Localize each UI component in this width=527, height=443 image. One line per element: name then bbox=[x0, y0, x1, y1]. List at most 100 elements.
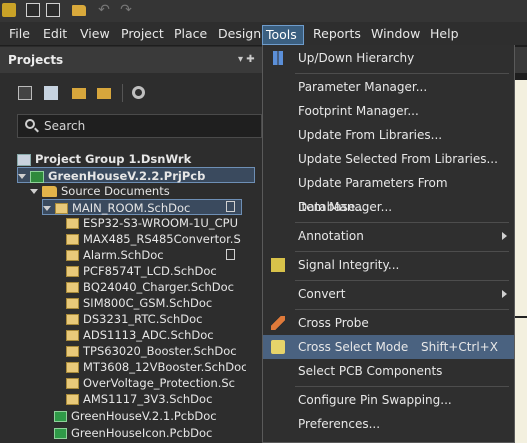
expand-arrow-icon[interactable] bbox=[30, 189, 38, 194]
menu-separator bbox=[295, 309, 509, 310]
tree-item-overvoltage[interactable]: OverVoltage_Protection.Sc bbox=[66, 375, 246, 391]
menu-item-update-selected[interactable]: Update Selected From Libraries... bbox=[263, 147, 514, 171]
menu-item-cross-select-mode[interactable]: Cross Select Mode Shift+Ctrl+X bbox=[263, 335, 514, 359]
search-input[interactable]: Search bbox=[17, 114, 262, 138]
projects-panel: Projects ▾ ✚ Search Project Group 1.DsnW… bbox=[0, 47, 262, 443]
undo-icon[interactable]: ↶ bbox=[96, 3, 112, 17]
menu-place[interactable]: Place bbox=[171, 25, 210, 45]
tree-item-tps63020[interactable]: TPS63020_Booster.SchDoc bbox=[66, 343, 237, 359]
project-group-icon bbox=[17, 153, 31, 166]
gear-icon[interactable] bbox=[132, 86, 145, 99]
pcb-doc-icon bbox=[54, 428, 67, 439]
save-project-icon[interactable] bbox=[18, 86, 32, 100]
schematic-icon bbox=[66, 282, 79, 293]
schematic-icon bbox=[66, 234, 79, 245]
menu-item-parameter-manager[interactable]: Parameter Manager... bbox=[263, 75, 514, 99]
tree-item-pcb-icon[interactable]: GreenHouseIcon.PcbDoc bbox=[54, 425, 212, 441]
menu-separator bbox=[295, 386, 509, 387]
menu-item-up-down-hierarchy[interactable]: Up/Down Hierarchy bbox=[263, 46, 514, 70]
open-folder-icon[interactable] bbox=[72, 5, 86, 16]
tree-item-ads1113[interactable]: ADS1113_ADC.SchDoc bbox=[66, 327, 214, 343]
tools-menu-dropdown: Up/Down Hierarchy Parameter Manager... F… bbox=[262, 45, 515, 443]
quick-access-toolbar: ↶ ↷ bbox=[0, 0, 527, 22]
expand-arrow-icon[interactable] bbox=[43, 206, 51, 211]
panel-menu-icon[interactable]: ▾ ✚ bbox=[238, 54, 255, 65]
menu-separator bbox=[295, 280, 509, 281]
tree-item-source-documents[interactable]: Source Documents bbox=[30, 183, 170, 199]
tree-item-sim800c[interactable]: SIM800C_GSM.SchDoc bbox=[66, 295, 212, 311]
tree-item-ams1117[interactable]: AMS1117_3V3.SchDoc bbox=[66, 391, 212, 407]
schematic-icon bbox=[66, 266, 79, 277]
panel-header: Projects ▾ ✚ bbox=[0, 47, 262, 73]
menu-item-select-pcb-components[interactable]: Select PCB Components bbox=[263, 359, 514, 383]
toolbar-divider bbox=[122, 84, 123, 102]
tree-item-alarm[interactable]: Alarm.SchDoc bbox=[66, 247, 164, 263]
menu-item-convert[interactable]: Convert bbox=[263, 282, 514, 306]
cross-probe-icon bbox=[271, 316, 285, 330]
menu-item-signal-integrity[interactable]: Signal Integrity... bbox=[263, 253, 514, 277]
menu-edit[interactable]: Edit bbox=[40, 25, 70, 45]
tree-item-ds3231[interactable]: DS3231_RTC.SchDoc bbox=[66, 311, 203, 327]
schematic-icon bbox=[55, 203, 68, 214]
tree-item-esp32[interactable]: ESP32-S3-WROOM-1U_CPU bbox=[66, 215, 246, 231]
menu-help[interactable]: Help bbox=[427, 25, 462, 45]
modified-document-icon bbox=[226, 249, 235, 260]
menu-separator bbox=[295, 251, 509, 252]
menu-item-cross-probe[interactable]: Cross Probe bbox=[263, 311, 514, 335]
cross-select-icon bbox=[271, 340, 285, 354]
modified-document-icon bbox=[226, 201, 235, 212]
menu-item-annotation[interactable]: Annotation bbox=[263, 224, 514, 248]
save-all-icon[interactable] bbox=[46, 3, 60, 17]
editor-tab[interactable] bbox=[515, 47, 527, 73]
schematic-icon bbox=[66, 314, 79, 325]
folder-icon bbox=[42, 186, 57, 197]
tree-item-main-room[interactable]: MAIN_ROOM.SchDoc bbox=[42, 199, 242, 215]
submenu-arrow-icon bbox=[502, 290, 507, 298]
menu-tools[interactable]: Tools bbox=[262, 25, 304, 45]
schematic-icon bbox=[66, 218, 79, 229]
tree-item-bq24040[interactable]: BQ24040_Charger.SchDoc bbox=[66, 279, 234, 295]
schematic-icon bbox=[66, 362, 79, 373]
menu-project[interactable]: Project bbox=[118, 25, 167, 45]
menu-item-update-from-libraries[interactable]: Update From Libraries... bbox=[263, 123, 514, 147]
tree-item-pcb-v21[interactable]: GreenHouseV.2.1.PcbDoc bbox=[54, 408, 217, 424]
menu-view[interactable]: View bbox=[77, 25, 113, 45]
hierarchy-icon bbox=[273, 51, 283, 65]
menu-item-item-manager[interactable]: Item Manager... bbox=[263, 195, 514, 219]
panel-toolbar bbox=[0, 73, 262, 113]
tree-item-mt3608[interactable]: MT3608_12VBooster.SchDoc bbox=[66, 359, 246, 375]
menu-reports[interactable]: Reports bbox=[310, 25, 364, 45]
tree-item-max485[interactable]: MAX485_RS485Convertor.S bbox=[66, 231, 246, 247]
tree-item-pcf8574t[interactable]: PCF8574T_LCD.SchDoc bbox=[66, 263, 217, 279]
panel-title: Projects bbox=[8, 53, 64, 67]
menu-bar: File Edit View Project Place Design Tool… bbox=[0, 22, 527, 46]
menu-file[interactable]: File bbox=[6, 25, 33, 45]
submenu-arrow-icon bbox=[502, 232, 507, 240]
schematic-sheet[interactable] bbox=[515, 80, 527, 443]
menu-window[interactable]: Window bbox=[368, 25, 423, 45]
shortcut-label: Shift+Ctrl+X bbox=[421, 340, 498, 354]
menu-separator bbox=[295, 222, 509, 223]
folder-add-icon[interactable] bbox=[72, 88, 86, 99]
signal-integrity-icon bbox=[271, 258, 285, 272]
copy-icon[interactable] bbox=[44, 86, 58, 100]
folder-open-icon[interactable] bbox=[97, 88, 111, 99]
expand-arrow-icon[interactable] bbox=[18, 174, 26, 179]
schematic-icon bbox=[66, 298, 79, 309]
tree-item-pcb-project[interactable]: GreenHouseV.2.2.PrjPcb bbox=[17, 167, 255, 183]
schematic-icon bbox=[66, 394, 79, 405]
menu-design[interactable]: Design bbox=[215, 25, 264, 45]
menu-separator bbox=[295, 73, 509, 74]
schematic-wire bbox=[515, 316, 527, 318]
pcb-project-icon bbox=[30, 170, 44, 183]
tree-item-project-group[interactable]: Project Group 1.DsnWrk bbox=[17, 151, 191, 167]
menu-item-preferences[interactable]: Preferences... bbox=[263, 412, 514, 436]
app-logo-icon[interactable] bbox=[2, 3, 16, 17]
schematic-icon bbox=[66, 378, 79, 389]
menu-item-update-parameters[interactable]: Update Parameters From Database... bbox=[263, 171, 514, 214]
menu-item-footprint-manager[interactable]: Footprint Manager... bbox=[263, 99, 514, 123]
save-icon[interactable] bbox=[26, 3, 40, 17]
redo-icon[interactable]: ↷ bbox=[118, 3, 134, 17]
menu-item-configure-pin-swapping[interactable]: Configure Pin Swapping... bbox=[263, 388, 514, 412]
schematic-icon bbox=[66, 346, 79, 357]
